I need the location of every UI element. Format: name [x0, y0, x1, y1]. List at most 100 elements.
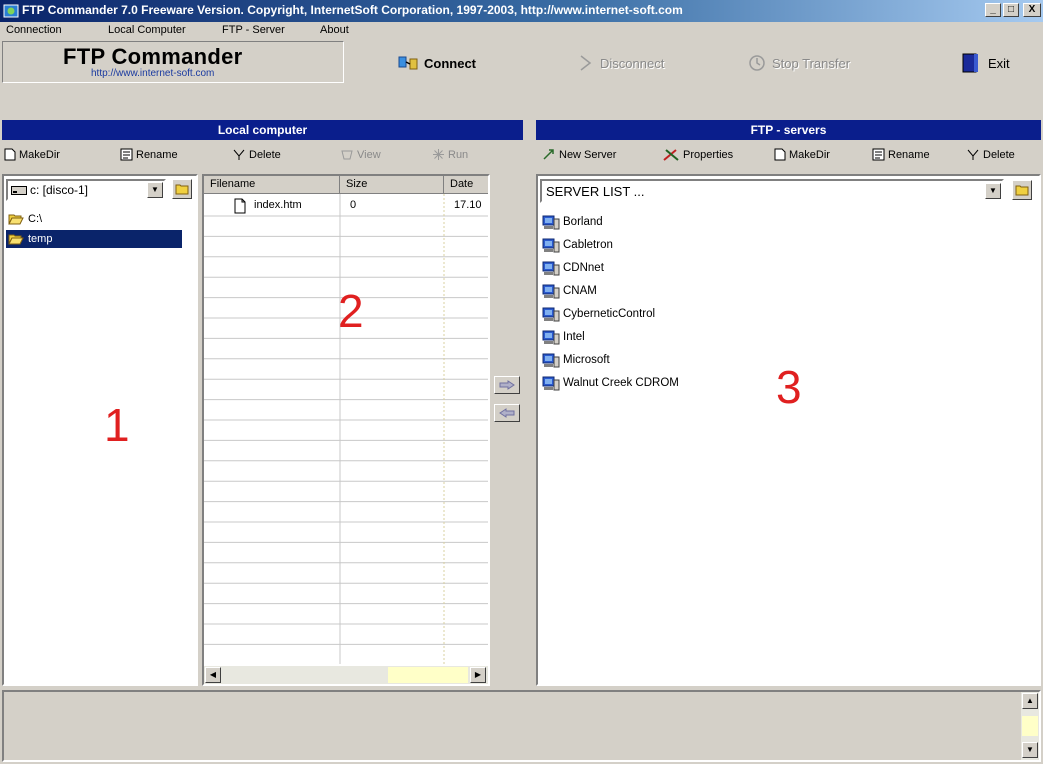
annotation-1: 1	[104, 399, 130, 451]
annotation-2: 2	[338, 285, 364, 337]
column-header-date[interactable]: Date	[444, 176, 488, 194]
title-bar: FTP Commander 7.0 Freeware Version. Copy…	[0, 0, 1043, 22]
arrow-right-icon	[499, 380, 515, 390]
disconnect-label: Disconnect	[600, 55, 665, 71]
server-name: Cabletron	[563, 239, 613, 251]
server-computer-icon	[542, 307, 560, 322]
server-computer-icon	[542, 353, 560, 368]
local-rename-label: Rename	[136, 148, 178, 161]
local-file-list: Filename Size Date index.htm 0 17.10 2 ◀…	[202, 174, 490, 686]
server-list-item[interactable]: Intel	[542, 327, 585, 347]
folder-up-button[interactable]	[172, 179, 192, 199]
horizontal-scrollbar[interactable]: ◀ ▶	[204, 666, 488, 684]
logo-title: FTP Commander	[63, 44, 243, 69]
properties-button[interactable]: Properties	[662, 148, 733, 162]
download-arrow-button[interactable]	[494, 404, 520, 422]
open-folder-icon	[8, 214, 24, 225]
server-delete-button[interactable]: Delete	[966, 148, 1015, 161]
server-computer-icon	[542, 284, 560, 299]
scroll-down-button[interactable]: ▼	[1022, 742, 1038, 758]
connect-icon	[398, 56, 418, 70]
stop-icon	[749, 55, 765, 71]
stop-transfer-button[interactable]: Stop Transfer	[748, 50, 850, 76]
vertical-scrollbar[interactable]: ▲ ▼	[1021, 692, 1039, 760]
drive-label: c: [disco-1]	[30, 183, 89, 197]
disconnect-button[interactable]: Disconnect	[578, 50, 664, 76]
server-name: CyberneticControl	[563, 308, 656, 320]
server-list-item[interactable]: Borland	[542, 212, 603, 232]
minimize-button[interactable]: _	[985, 3, 1001, 17]
server-name: CDNnet	[563, 262, 604, 274]
new-server-button[interactable]: New Server	[542, 148, 616, 161]
scroll-thumb[interactable]	[388, 667, 468, 683]
local-run-button[interactable]: Run	[432, 148, 468, 161]
table-row[interactable]: index.htm 0 17.10	[204, 196, 488, 216]
server-panel: SERVER LIST ... ▼ Borland Cabletron CDNnet…	[536, 174, 1041, 686]
scroll-thumb[interactable]	[1022, 716, 1038, 736]
server-name: Walnut Creek CDROM	[563, 377, 679, 389]
new-server-icon	[543, 149, 554, 160]
local-section-header: Local computer	[2, 120, 523, 140]
folder-icon	[175, 184, 189, 195]
connect-button[interactable]: Connect	[398, 50, 476, 76]
server-list-select[interactable]: SERVER LIST ... ▼	[540, 179, 1004, 203]
local-view-label: View	[357, 148, 381, 161]
server-name: Borland	[563, 216, 603, 228]
delete-icon	[233, 149, 245, 160]
server-computer-icon	[542, 238, 560, 253]
rename-icon	[120, 148, 133, 161]
scroll-left-button[interactable]: ◀	[205, 667, 221, 683]
server-list-item[interactable]: CNAM	[542, 281, 597, 301]
server-computer-icon	[542, 376, 560, 391]
server-makedir-label: MakeDir	[789, 148, 830, 161]
chevron-down-icon[interactable]: ▼	[147, 182, 163, 198]
menu-connection[interactable]: Connection	[6, 24, 62, 36]
server-list-item[interactable]: Walnut Creek CDROM	[542, 373, 679, 393]
menu-bar: Connection Local Computer FTP - Server A…	[0, 22, 1043, 40]
local-rename-button[interactable]: Rename	[120, 148, 178, 161]
tree-item-temp[interactable]: temp	[6, 230, 182, 248]
local-run-label: Run	[448, 148, 469, 161]
menu-about[interactable]: About	[320, 24, 349, 36]
window-title: FTP Commander 7.0 Freeware Version. Copy…	[22, 3, 683, 17]
drive-select[interactable]: c: [disco-1] ▼	[6, 179, 166, 201]
exit-label: Exit	[988, 55, 1010, 71]
menu-local-computer[interactable]: Local Computer	[108, 24, 186, 36]
arrow-left-icon	[499, 408, 515, 418]
server-folder-button[interactable]	[1012, 180, 1032, 200]
menu-ftp-server[interactable]: FTP - Server	[222, 24, 285, 36]
server-list-item[interactable]: Cabletron	[542, 235, 613, 255]
server-list-item[interactable]: Microsoft	[542, 350, 610, 370]
stop-transfer-label: Stop Transfer	[772, 55, 851, 71]
log-panel: ▲ ▼	[2, 690, 1041, 762]
annotation-3: 3	[776, 361, 802, 413]
server-computer-icon	[542, 261, 560, 276]
maximize-button[interactable]: □	[1003, 3, 1019, 17]
server-delete-label: Delete	[983, 148, 1015, 161]
server-computer-icon	[542, 330, 560, 345]
logo-url[interactable]: http://www.internet-soft.com	[91, 68, 214, 79]
local-view-button[interactable]: View	[340, 148, 381, 161]
tree-item-c-root[interactable]: C:\	[6, 210, 196, 228]
close-button[interactable]: X	[1023, 3, 1041, 17]
new-file-icon	[4, 148, 16, 161]
chevron-down-icon[interactable]: ▼	[985, 183, 1001, 199]
column-header-size[interactable]: Size	[340, 176, 444, 194]
scroll-right-button[interactable]: ▶	[470, 667, 486, 683]
server-list-item[interactable]: CyberneticControl	[542, 304, 655, 324]
file-size: 0	[350, 199, 357, 211]
local-makedir-button[interactable]: MakeDir	[4, 148, 60, 161]
server-rename-label: Rename	[888, 148, 930, 161]
logo-panel: FTP Commander http://www.internet-soft.c…	[2, 41, 344, 83]
server-name: Microsoft	[563, 354, 610, 366]
scroll-up-button[interactable]: ▲	[1022, 693, 1038, 709]
server-rename-button[interactable]: Rename	[872, 148, 930, 161]
upload-arrow-button[interactable]	[494, 376, 520, 394]
column-header-filename[interactable]: Filename	[204, 176, 340, 194]
view-icon	[341, 150, 353, 160]
local-delete-button[interactable]: Delete	[232, 148, 281, 161]
server-list-item[interactable]: CDNnet	[542, 258, 604, 278]
exit-button[interactable]: Exit	[960, 50, 1010, 76]
app-icon	[3, 4, 19, 18]
server-makedir-button[interactable]: MakeDir	[774, 148, 830, 161]
